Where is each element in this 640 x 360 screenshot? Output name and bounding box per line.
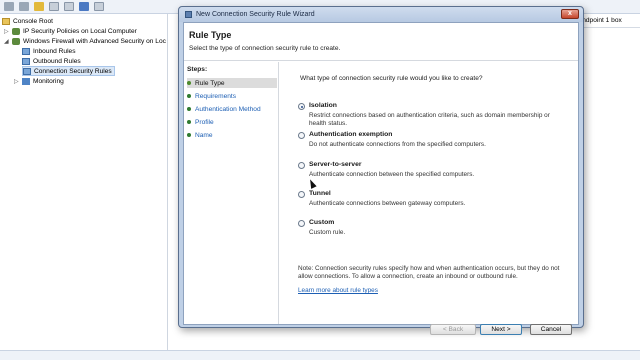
- step-label: Name: [195, 131, 213, 139]
- tree-item-monitoring[interactable]: ▷ Monitoring: [14, 76, 64, 86]
- option-description: Authenticate connections between gateway…: [309, 200, 466, 207]
- cancel-button[interactable]: Cancel: [530, 324, 572, 335]
- tree-item-label: Outbound Rules: [33, 57, 81, 65]
- tree-item-console-root[interactable]: Console Root: [2, 16, 53, 26]
- custom-radio[interactable]: [298, 220, 305, 227]
- isolation-radio[interactable]: [298, 103, 305, 110]
- dialog-titlebar[interactable]: New Connection Security Rule Wizard x: [179, 7, 583, 22]
- page-subtitle: Select the type of connection security r…: [189, 45, 341, 52]
- close-button[interactable]: x: [561, 9, 579, 19]
- rules-icon: [22, 47, 30, 55]
- page-title: Rule Type: [189, 30, 232, 40]
- next-button[interactable]: Next >: [480, 324, 522, 335]
- step-authentication-method[interactable]: Authentication Method: [187, 104, 277, 114]
- step-profile[interactable]: Profile: [187, 117, 277, 127]
- tree-item-label: Monitoring: [33, 77, 64, 85]
- view-icon[interactable]: [94, 2, 104, 11]
- server-to-server-radio[interactable]: [298, 162, 305, 169]
- option-title[interactable]: Server-to-server: [309, 161, 362, 168]
- tree-item-label: Connection Security Rules: [34, 67, 112, 75]
- dialog-title: New Connection Security Rule Wizard: [196, 11, 315, 18]
- wizard-header: Rule Type Select the type of connection …: [184, 23, 578, 61]
- option-title[interactable]: Isolation: [309, 102, 337, 109]
- show-hide-tree-icon[interactable]: [49, 2, 59, 11]
- step-requirements[interactable]: Requirements: [187, 91, 277, 101]
- option-description: Authenticate connection between the spec…: [309, 171, 475, 178]
- step-bullet-icon: [187, 133, 191, 137]
- wizard-content: What type of connection security rule wo…: [280, 62, 578, 335]
- shield-icon: [12, 27, 20, 35]
- firewall-icon: [12, 37, 20, 45]
- option-description: Custom rule.: [309, 229, 346, 236]
- step-bullet-icon: [187, 81, 191, 85]
- back-arrow-icon[interactable]: [4, 2, 14, 11]
- rules-icon: [23, 67, 31, 75]
- expand-arrow-icon[interactable]: ▷: [4, 28, 10, 35]
- step-label: Requirements: [195, 92, 237, 100]
- collapse-arrow-icon[interactable]: ◢: [4, 38, 10, 45]
- tree-item-inbound-rules[interactable]: Inbound Rules: [22, 46, 76, 56]
- option-title[interactable]: Custom: [309, 219, 334, 226]
- step-rule-type[interactable]: Rule Type: [187, 78, 277, 88]
- tree-item-ip-security[interactable]: ▷ IP Security Policies on Local Computer: [4, 26, 137, 36]
- option-description: Do not authenticate connections from the…: [309, 141, 486, 148]
- wizard-icon: [185, 11, 192, 18]
- step-name[interactable]: Name: [187, 130, 277, 140]
- folder-up-icon[interactable]: [34, 2, 44, 11]
- steps-panel: Steps: Rule Type Requirements Authentica…: [184, 62, 279, 324]
- properties-icon[interactable]: [64, 2, 74, 11]
- tree-item-label: Windows Firewall with Advanced Security …: [23, 37, 166, 45]
- step-bullet-icon: [187, 120, 191, 124]
- rules-icon: [22, 57, 30, 65]
- wizard-dialog: New Connection Security Rule Wizard x Ru…: [178, 6, 584, 335]
- folder-icon: [2, 17, 10, 25]
- tunnel-radio[interactable]: [298, 191, 305, 198]
- question-text: What type of connection security rule wo…: [300, 75, 483, 82]
- option-title[interactable]: Authentication exemption: [309, 131, 392, 138]
- help-icon[interactable]: [79, 2, 89, 11]
- expand-arrow-icon[interactable]: ▷: [14, 78, 20, 85]
- tree-item-label: Console Root: [13, 17, 53, 25]
- tree-item-connection-security-rules[interactable]: Connection Security Rules: [22, 66, 115, 76]
- tree-item-label: Inbound Rules: [33, 47, 76, 55]
- status-bar: [0, 350, 640, 360]
- back-button[interactable]: < Back: [430, 324, 476, 335]
- console-tree: Console Root ▷ IP Security Policies on L…: [0, 14, 168, 360]
- option-title[interactable]: Tunnel: [309, 190, 331, 197]
- note-text: Note: Connection security rules specify …: [298, 265, 560, 280]
- tree-item-firewall[interactable]: ◢ Windows Firewall with Advanced Securit…: [4, 36, 166, 46]
- option-description: Restrict connections based on authentica…: [309, 112, 550, 127]
- steps-heading: Steps:: [187, 66, 208, 73]
- authentication-exemption-radio[interactable]: [298, 132, 305, 139]
- forward-arrow-icon[interactable]: [19, 2, 29, 11]
- dialog-client: Rule Type Select the type of connection …: [183, 22, 579, 335]
- step-label: Authentication Method: [195, 105, 261, 113]
- learn-more-link[interactable]: Learn more about rule types: [298, 287, 378, 294]
- step-label: Rule Type: [195, 79, 225, 87]
- tree-item-label: IP Security Policies on Local Computer: [23, 27, 137, 35]
- step-bullet-icon: [187, 94, 191, 98]
- step-bullet-icon: [187, 107, 191, 111]
- tree-item-outbound-rules[interactable]: Outbound Rules: [22, 56, 81, 66]
- step-label: Profile: [195, 118, 214, 126]
- monitor-icon: [22, 77, 30, 85]
